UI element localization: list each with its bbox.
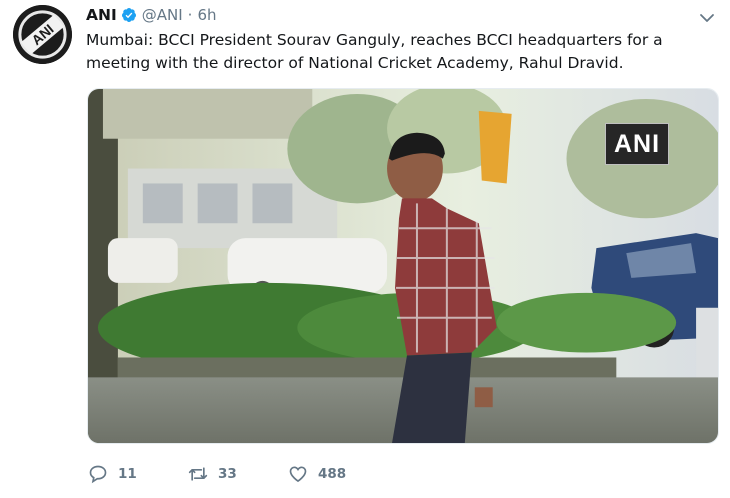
retweet-icon [188,464,208,484]
timestamp[interactable]: 6h [197,6,216,24]
verified-badge-icon [121,7,137,23]
ani-logo-avatar: ANI [13,5,72,64]
handle[interactable]: @ANI [142,6,183,24]
retweet-count: 33 [218,466,237,482]
tweet-media-photo[interactable]: ANI [87,88,719,444]
reply-count: 11 [118,466,137,482]
reply-icon [88,464,108,484]
tweet-actions: 11 33 488 [88,462,388,486]
chevron-down-icon[interactable] [699,10,715,24]
retweet-button[interactable]: 33 [188,464,288,484]
like-count: 488 [318,466,347,482]
reply-button[interactable]: 11 [88,464,188,484]
tweet-header: ANI @ANI · 6h [86,5,217,25]
tweet-text: Mumbai: BCCI President Sourav Ganguly, r… [86,31,663,72]
tweet: ANI ANI @ANI · 6h Mumbai: BCCI President… [0,0,730,498]
ani-watermark: ANI [605,123,669,165]
display-name[interactable]: ANI [86,6,117,24]
avatar[interactable]: ANI [13,5,72,64]
like-button[interactable]: 488 [288,464,388,484]
separator-dot: · [187,6,193,24]
like-icon [288,464,308,484]
